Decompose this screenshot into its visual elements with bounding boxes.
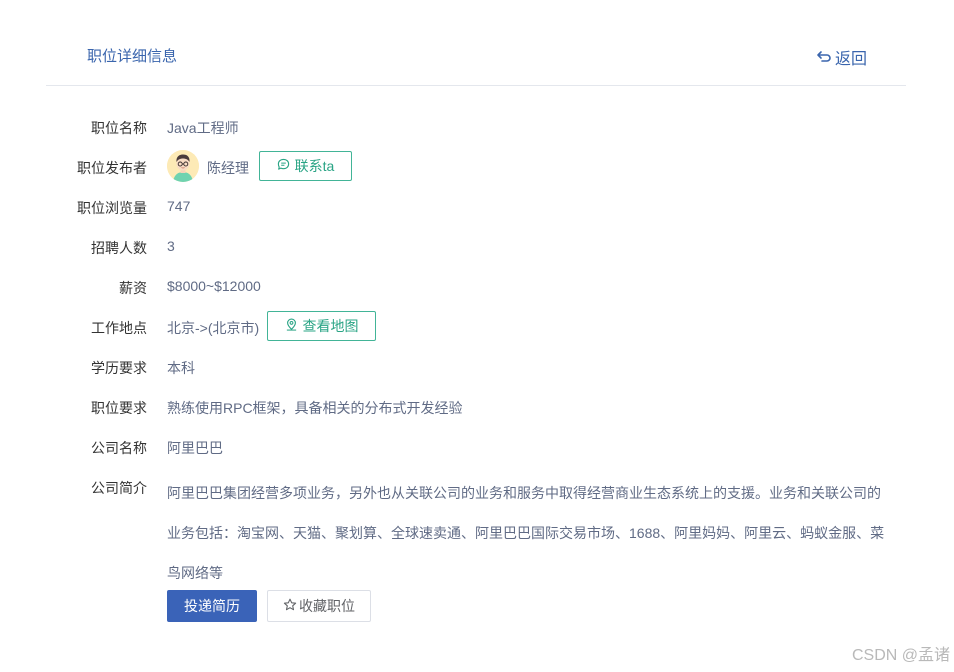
avatar[interactable] xyxy=(167,150,199,182)
row-location: 工作地点 北京->(北京市) 查看地图 xyxy=(0,310,954,342)
job-detail-page: 职位详细信息 返回 职位名称 Java工程师 职位发布者 陈经理 联系ta 职位… xyxy=(0,0,954,672)
chat-bubble-icon xyxy=(277,158,290,174)
views-label: 职位浏览量 xyxy=(77,200,147,216)
education-value: 本科 xyxy=(167,360,195,376)
row-headcount: 招聘人数 3 xyxy=(0,230,954,262)
submit-resume-button[interactable]: 投递简历 xyxy=(167,590,257,622)
company-intro-value: 阿里巴巴集团经营多项业务，另外也从关联公司的业务和服务中取得经营商业生态系统上的… xyxy=(167,485,885,581)
back-label: 返回 xyxy=(834,51,867,68)
company-name-value: 阿里巴巴 xyxy=(167,440,223,456)
back-button[interactable]: 返回 xyxy=(816,45,867,69)
company-name-label: 公司名称 xyxy=(91,440,147,456)
star-outline-icon xyxy=(283,598,297,615)
education-label: 学历要求 xyxy=(91,360,147,376)
headcount-label: 招聘人数 xyxy=(91,240,147,256)
watermark: CSDN @孟诸 xyxy=(851,647,950,664)
favorite-label: 收藏职位 xyxy=(299,598,355,614)
location-label: 工作地点 xyxy=(91,320,147,336)
location-value: 北京->(北京市) xyxy=(167,320,260,336)
row-requirements: 职位要求 熟练使用RPC框架，具备相关的分布式开发经验 xyxy=(0,390,954,422)
views-value: 747 xyxy=(167,198,191,214)
row-company-name: 公司名称 阿里巴巴 xyxy=(0,430,954,462)
position-name-label: 职位名称 xyxy=(91,120,147,136)
row-views: 职位浏览量 747 xyxy=(0,190,954,222)
row-education: 学历要求 本科 xyxy=(0,350,954,382)
page-header: 职位详细信息 返回 xyxy=(46,34,906,86)
company-intro-label: 公司简介 xyxy=(91,480,147,496)
salary-label: 薪资 xyxy=(119,280,147,296)
contact-label: 联系ta xyxy=(294,158,335,174)
favorite-job-button[interactable]: 收藏职位 xyxy=(267,590,371,622)
page-title: 职位详细信息 xyxy=(87,48,178,65)
location-pin-icon xyxy=(285,318,298,334)
row-publisher: 职位发布者 陈经理 联系ta xyxy=(0,150,954,182)
publisher-name: 陈经理 xyxy=(207,160,249,176)
position-name-value: Java工程师 xyxy=(167,120,239,136)
row-salary: 薪资 $8000~$12000 xyxy=(0,270,954,302)
view-map-button[interactable]: 查看地图 xyxy=(267,311,376,341)
requirements-value: 熟练使用RPC框架，具备相关的分布式开发经验 xyxy=(167,400,463,416)
view-map-label: 查看地图 xyxy=(302,318,359,334)
requirements-label: 职位要求 xyxy=(91,400,147,416)
publisher-label: 职位发布者 xyxy=(77,160,147,176)
salary-value: $8000~$12000 xyxy=(167,278,261,294)
return-arrow-icon xyxy=(816,49,832,65)
row-position-name: 职位名称 Java工程师 xyxy=(0,110,954,142)
contact-button[interactable]: 联系ta xyxy=(259,151,352,181)
headcount-value: 3 xyxy=(167,238,175,254)
